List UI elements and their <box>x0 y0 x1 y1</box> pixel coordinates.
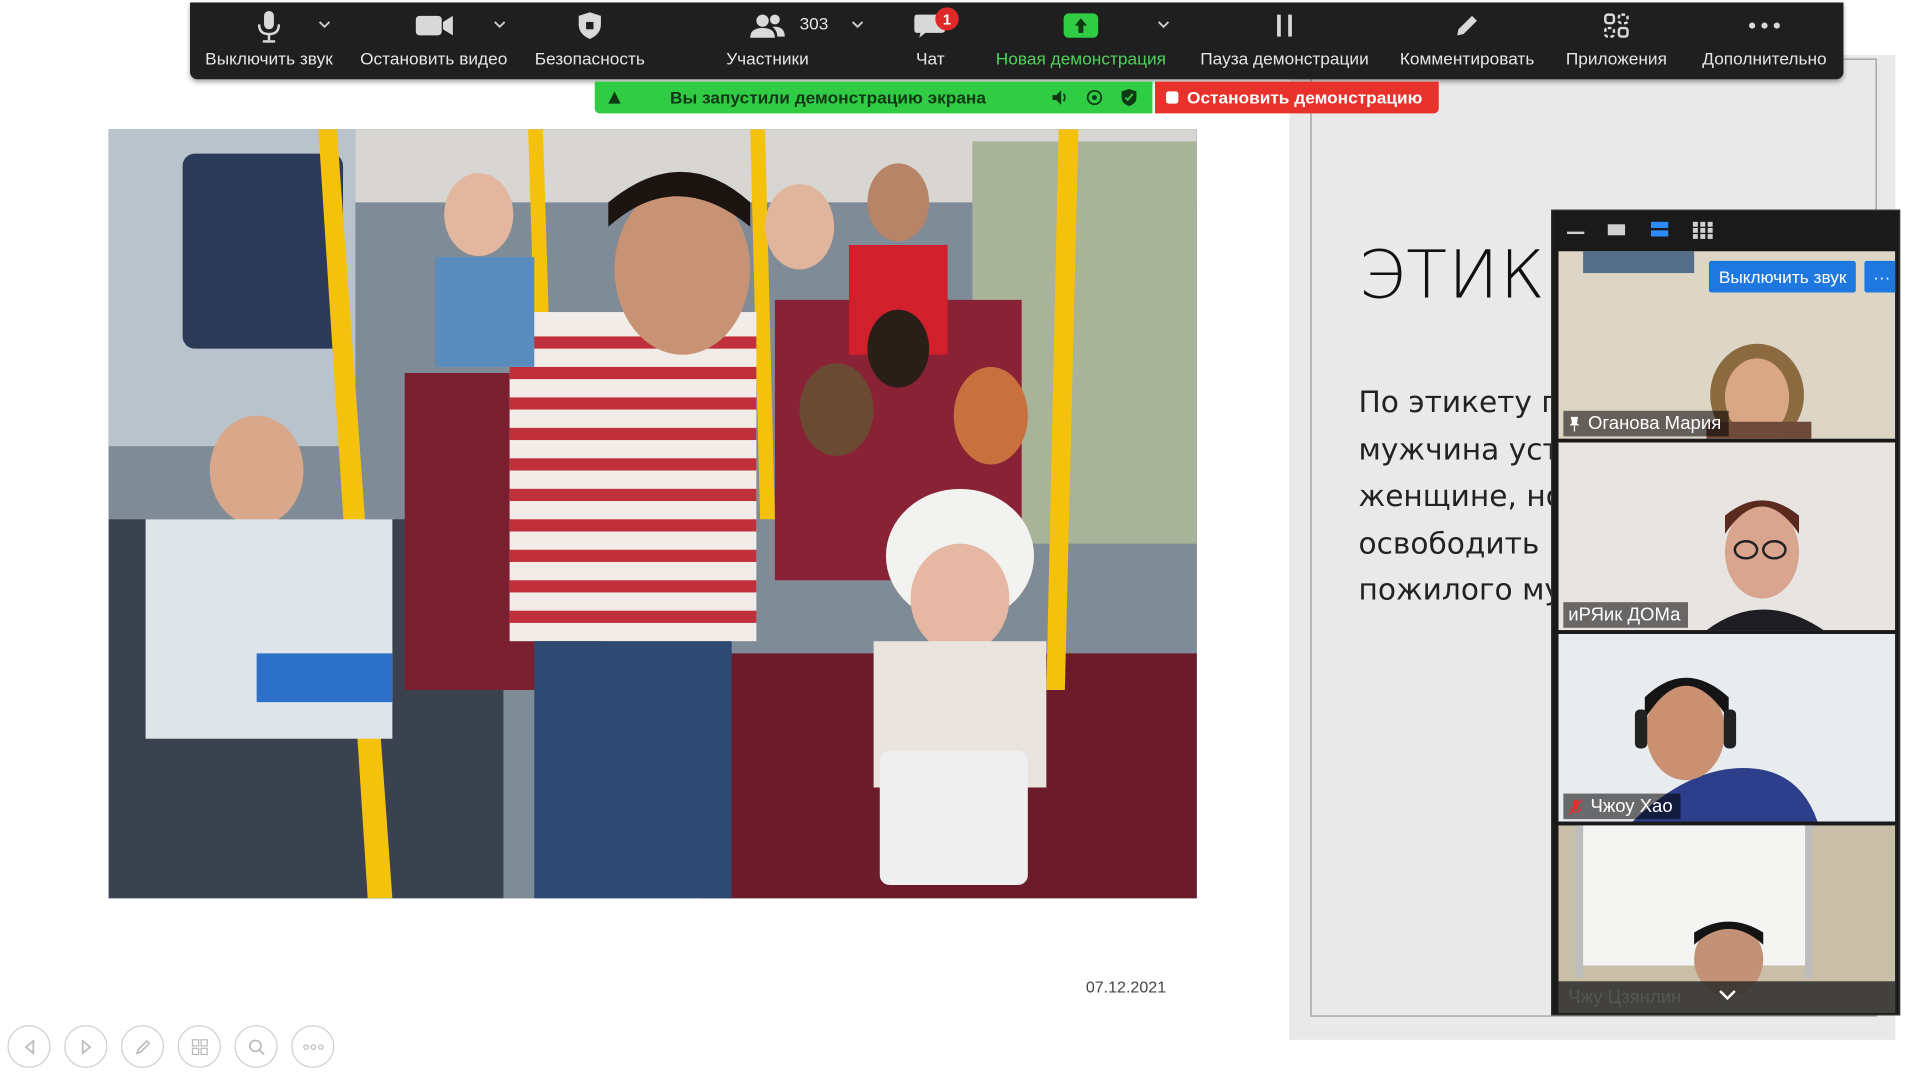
slide-body: По этикету п мужчина уст женщине, но осв… <box>1359 379 1564 614</box>
video-panel-header <box>1552 211 1901 249</box>
video-panel: Выключить звук ··· Оганова Мария иРЯик Д… <box>1551 209 1901 1016</box>
pause-share-label: Пауза демонстрации <box>1200 48 1369 69</box>
participant-name: Чжоу Хао <box>1590 796 1673 817</box>
participant-name-tag: Оганова Мария <box>1563 410 1729 437</box>
grid-view-icon[interactable] <box>1692 221 1714 241</box>
stop-share-label: Остановить демонстрацию <box>1187 87 1423 108</box>
microphone-icon <box>257 10 281 43</box>
slide-body-line: мужчина уст <box>1358 432 1560 467</box>
video-tile[interactable]: Выключить звук ··· Оганова Мария <box>1558 251 1896 439</box>
new-share-button[interactable]: Новая демонстрация <box>987 2 1175 79</box>
scroll-down-button[interactable] <box>1713 984 1743 1006</box>
slide-body-line: женщине, но <box>1358 479 1564 514</box>
more-options-button[interactable] <box>291 1025 335 1068</box>
apps-button[interactable]: Приложения <box>1555 2 1678 79</box>
zoom-button[interactable] <box>234 1025 278 1068</box>
more-label: Дополнительно <box>1702 48 1827 69</box>
minimize-icon[interactable] <box>1566 224 1586 236</box>
chevron-down-icon <box>1719 990 1736 1001</box>
mute-label: Выключить звук <box>205 48 333 69</box>
audio-options-caret[interactable] <box>315 15 335 35</box>
pause-share-button[interactable]: Пауза демонстрации <box>1192 2 1377 79</box>
ellipsis-icon <box>1749 22 1780 29</box>
chevron-down-icon <box>494 21 506 29</box>
drag-handle-icon[interactable] <box>605 88 625 108</box>
slide-body-line: пожилого му <box>1358 572 1562 608</box>
ellipsis-icon <box>302 1043 324 1050</box>
muted-mic-icon <box>1568 798 1583 815</box>
video-tile[interactable]: иРЯик ДОМа <box>1558 442 1896 631</box>
strip-view-icon[interactable] <box>1650 221 1670 238</box>
slide-photo <box>108 129 1197 899</box>
participants-options-caret[interactable] <box>848 15 868 35</box>
stop-icon <box>1166 91 1179 104</box>
participant-name-tag: иРЯик ДОМа <box>1563 602 1688 628</box>
mute-participant-button[interactable]: Выключить звук <box>1708 260 1857 293</box>
slide-body-line: По этикету п <box>1358 385 1561 420</box>
annotate-button[interactable]: Комментировать <box>1389 2 1544 79</box>
chat-unread-badge: 1 <box>935 7 959 31</box>
chat-label: Чат <box>916 48 945 69</box>
pen-tool-button[interactable] <box>120 1025 165 1068</box>
security-label: Безопасность <box>534 48 645 69</box>
video-options-caret[interactable] <box>490 15 510 35</box>
shield-icon <box>578 12 601 40</box>
shield-check-icon[interactable] <box>1120 88 1137 108</box>
pencil-icon <box>1457 15 1477 36</box>
annotate-label: Комментировать <box>1399 48 1535 69</box>
new-share-label: Новая демонстрация <box>995 48 1166 69</box>
participant-more-button[interactable]: ··· <box>1864 260 1896 293</box>
share-options-caret[interactable] <box>1154 15 1174 35</box>
next-slide-button[interactable] <box>64 1025 108 1068</box>
grid-icon <box>191 1038 208 1055</box>
more-button[interactable]: Дополнительно <box>1690 2 1838 79</box>
magnifier-icon <box>248 1038 265 1055</box>
slide-date: 07.12.2021 <box>1085 977 1167 996</box>
video-tile[interactable]: Чжоу Хао <box>1558 633 1896 822</box>
slide-body-line: освободить <box>1358 525 1540 561</box>
participants-label: Участники <box>726 48 809 69</box>
participant-name: иРЯик ДОМа <box>1568 604 1681 626</box>
speaker-icon[interactable] <box>1051 89 1071 106</box>
share-screen-icon <box>1063 13 1099 38</box>
pen-icon <box>135 1039 150 1054</box>
sharing-status-bar: Вы запустили демонстрацию экрана <box>594 81 1153 114</box>
chevron-down-icon <box>318 21 331 29</box>
stop-video-label: Остановить видео <box>360 48 508 69</box>
video-camera-icon <box>415 15 453 36</box>
pin-icon <box>1569 416 1580 431</box>
participant-name-tag: Чжу Цзянлин <box>1563 985 1688 1011</box>
slides-grid-button[interactable] <box>177 1025 221 1068</box>
apps-label: Приложения <box>1565 48 1667 69</box>
pause-icon <box>1277 14 1292 37</box>
sharing-status-text: Вы запустили демонстрацию экрана <box>670 87 986 108</box>
chevron-down-icon <box>1157 21 1170 29</box>
participant-name-tag: Чжоу Хао <box>1563 793 1681 820</box>
bus-scene-image <box>108 129 1197 899</box>
security-button[interactable]: Безопасность <box>526 2 654 79</box>
previous-slide-button[interactable] <box>7 1025 51 1068</box>
arrow-right-icon <box>81 1038 91 1055</box>
participants-icon <box>750 14 785 38</box>
meeting-toolbar: Выключить звук Остановить видео Безопасн… <box>190 2 1844 80</box>
record-icon[interactable] <box>1086 89 1103 106</box>
presenter-controls <box>7 1025 335 1068</box>
participants-count: 303 <box>799 13 829 33</box>
participant-name: Чжу Цзянлин <box>1568 987 1682 1009</box>
chevron-down-icon <box>851 21 864 29</box>
participant-name: Оганова Мария <box>1588 413 1722 434</box>
apps-icon <box>1604 13 1629 38</box>
single-view-icon[interactable] <box>1607 222 1627 237</box>
arrow-left-icon <box>23 1038 34 1055</box>
stop-share-button[interactable]: Остановить демонстрацию <box>1154 81 1439 114</box>
